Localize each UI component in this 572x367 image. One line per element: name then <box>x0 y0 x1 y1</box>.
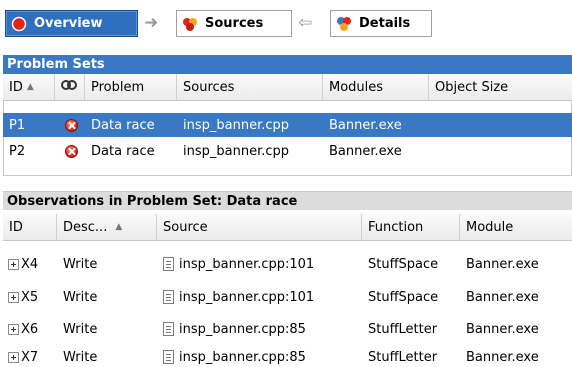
expand-icon[interactable] <box>8 351 19 363</box>
table-row[interactable]: X5 Write insp_banner.cpp:101 StuffSpace … <box>3 285 572 309</box>
row-id: X7 <box>21 349 39 365</box>
row-desc: Write <box>63 289 98 305</box>
col-object-size[interactable]: Object Size <box>429 74 572 100</box>
row-function: StuffSpace <box>368 289 439 305</box>
problem-sets-header: ID ▲ Problem Sources Modules Object Size <box>3 74 572 101</box>
row-id: P1 <box>9 117 26 133</box>
row-source: insp_banner.cpp:101 <box>179 256 315 272</box>
source-file-icon <box>163 257 174 271</box>
source-file-icon <box>163 350 174 364</box>
sort-asc-icon: ▲ <box>115 222 123 232</box>
row-module: Banner.exe <box>466 349 539 365</box>
overview-button[interactable]: Overview <box>5 10 138 37</box>
error-icon <box>65 118 78 132</box>
record-icon <box>11 16 27 32</box>
observations-title: Observations in Problem Set: Data race <box>3 191 572 210</box>
table-row[interactable]: P2 Data race insp_banner.cpp Banner.exe <box>3 139 572 163</box>
problem-sets-title: Problem Sets <box>3 55 572 74</box>
link-icon <box>61 78 77 96</box>
sources-button[interactable]: Sources <box>176 10 292 37</box>
source-file-icon <box>163 322 174 336</box>
row-sources: insp_banner.cpp <box>183 117 290 133</box>
row-problem: Data race <box>91 117 155 133</box>
row-id: X6 <box>21 321 39 337</box>
row-desc: Write <box>63 349 98 365</box>
details-button[interactable]: Details <box>330 10 432 37</box>
row-modules: Banner.exe <box>329 117 402 133</box>
row-module: Banner.exe <box>466 321 539 337</box>
sort-asc-icon: ▲ <box>26 82 34 92</box>
table-row[interactable]: X6 Write insp_banner.cpp:85 StuffLetter … <box>3 317 572 341</box>
row-source: insp_banner.cpp:85 <box>179 349 306 365</box>
expand-icon[interactable] <box>8 291 19 303</box>
row-modules: Banner.exe <box>329 143 402 159</box>
col-problem[interactable]: Problem <box>85 74 177 100</box>
sources-icon <box>182 16 198 32</box>
row-problem: Data race <box>91 143 155 159</box>
expand-icon[interactable] <box>8 258 19 270</box>
row-source: insp_banner.cpp:101 <box>179 289 315 305</box>
col-module[interactable]: Module <box>460 214 572 240</box>
row-desc: Write <box>63 256 98 272</box>
arrow-right-icon: ➜ <box>144 13 159 33</box>
col-modules[interactable]: Modules <box>323 74 429 100</box>
row-function: StuffSpace <box>368 256 439 272</box>
row-sources: insp_banner.cpp <box>183 143 290 159</box>
row-id: X4 <box>21 256 39 272</box>
row-id: X5 <box>21 289 39 305</box>
row-module: Banner.exe <box>466 256 539 272</box>
observations-header: ID Desc... ▲ Source Function Module <box>3 214 572 241</box>
col-function[interactable]: Function <box>362 214 460 240</box>
table-row[interactable]: X4 Write insp_banner.cpp:101 StuffSpace … <box>3 252 572 276</box>
col-description[interactable]: Desc... ▲ <box>57 214 157 240</box>
table-row[interactable]: P1 Data race insp_banner.cpp Banner.exe <box>3 113 572 137</box>
col-source[interactable]: Source <box>157 214 362 240</box>
details-label: Details <box>359 16 411 31</box>
error-icon <box>65 144 78 158</box>
row-desc: Write <box>63 321 98 337</box>
row-function: StuffLetter <box>368 349 438 365</box>
row-module: Banner.exe <box>466 289 539 305</box>
table-row[interactable]: X7 Write insp_banner.cpp:85 StuffLetter … <box>3 347 572 367</box>
arrow-left-icon: ⇦ <box>298 13 313 33</box>
expand-icon[interactable] <box>8 323 19 335</box>
workflow-nav: Overview ➜ Sources ⇦ Details <box>0 0 572 46</box>
col-status[interactable] <box>55 74 85 100</box>
sources-label: Sources <box>205 16 264 31</box>
source-file-icon <box>163 290 174 304</box>
col-id[interactable]: ID ▲ <box>3 74 55 100</box>
col-sources[interactable]: Sources <box>177 74 323 100</box>
row-function: StuffLetter <box>368 321 438 337</box>
col-id[interactable]: ID <box>3 214 57 240</box>
row-id: P2 <box>9 143 26 159</box>
details-icon <box>336 16 352 32</box>
overview-label: Overview <box>34 16 103 31</box>
row-source: insp_banner.cpp:85 <box>179 321 306 337</box>
